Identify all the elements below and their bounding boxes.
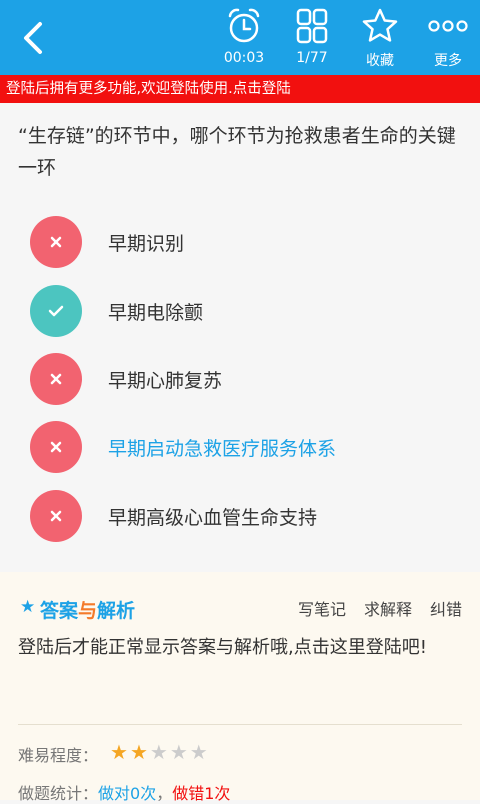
top-bar: 00:03 1/77 收藏 更多	[0, 0, 480, 75]
option-label: 早期高级心血管生命支持	[108, 507, 318, 529]
answer-panel: ★ 答案与解析 写笔记 求解释 纠错 登陆后才能正常显示答案与解析哦,点击这里登陆吧…	[0, 572, 480, 803]
grid-icon	[296, 8, 328, 44]
option-label: 早期启动急救医疗服务体系	[108, 438, 337, 460]
star-filled-icon: ★	[129, 740, 148, 764]
option-2[interactable]: 早期电除颤	[30, 285, 470, 339]
login-banner[interactable]: 登陆后拥有更多功能,欢迎登陆使用.点击登陆	[0, 75, 480, 103]
more-button[interactable]: 更多	[418, 6, 478, 70]
more-icon	[428, 20, 468, 32]
option-label: 早期心肺复苏	[108, 370, 223, 392]
login-prompt[interactable]: 登陆后才能正常显示答案与解析哦,点击这里登陆吧!	[18, 632, 462, 664]
option-label: 早期识别	[108, 233, 185, 255]
more-label: 更多	[434, 53, 462, 69]
star-empty-icon: ★	[189, 740, 208, 764]
wrong-marker	[30, 490, 82, 542]
divider	[18, 724, 462, 725]
cross-icon	[50, 441, 62, 453]
star-icon	[362, 8, 398, 42]
question-text: “生存链”的环节中，哪个环节为抢救患者生命的关键一环	[18, 125, 456, 179]
star-empty-icon: ★	[169, 740, 188, 764]
difficulty-stars: ★ ★ ★ ★ ★	[110, 740, 210, 764]
favorite-label: 收藏	[366, 53, 394, 69]
option-3[interactable]: 早期心肺复苏	[30, 353, 470, 407]
option-1[interactable]: 早期识别	[30, 216, 470, 270]
option-5[interactable]: 早期高级心血管生命支持	[30, 490, 470, 544]
difficulty-label: 难易程度：	[18, 746, 99, 765]
question-list-button[interactable]: 1/77	[282, 6, 342, 70]
report-error-link[interactable]: 纠错	[430, 600, 462, 619]
star-empty-icon: ★	[149, 740, 168, 764]
cross-icon	[50, 510, 62, 522]
favorite-button[interactable]: 收藏	[350, 6, 410, 70]
back-arrow-icon	[24, 22, 42, 54]
option-label: 早期电除颤	[108, 302, 204, 324]
check-icon	[48, 305, 64, 317]
option-4[interactable]: 早期启动急救医疗服务体系	[30, 421, 470, 475]
alarm-clock-icon	[228, 8, 260, 43]
wrong-marker	[30, 353, 82, 405]
answer-title-text: 答案与解析	[40, 600, 136, 622]
answer-stats: 做题统计：做对0次，做错1次	[18, 784, 231, 803]
answer-actions: 写笔记 求解释 纠错	[280, 596, 462, 620]
ask-explanation-link[interactable]: 求解释	[364, 600, 412, 619]
back-button[interactable]	[14, 18, 54, 58]
progress-text: 1/77	[296, 50, 328, 66]
timer-text: 00:03	[223, 50, 265, 66]
star-icon: ★	[20, 597, 36, 617]
timer-button[interactable]: 00:03	[214, 6, 274, 70]
write-note-link[interactable]: 写笔记	[298, 600, 346, 619]
cross-icon	[50, 373, 62, 385]
correct-marker	[30, 285, 82, 337]
star-filled-icon: ★	[110, 740, 128, 764]
wrong-marker	[30, 421, 82, 473]
wrong-marker	[30, 216, 82, 268]
cross-icon	[50, 236, 62, 248]
